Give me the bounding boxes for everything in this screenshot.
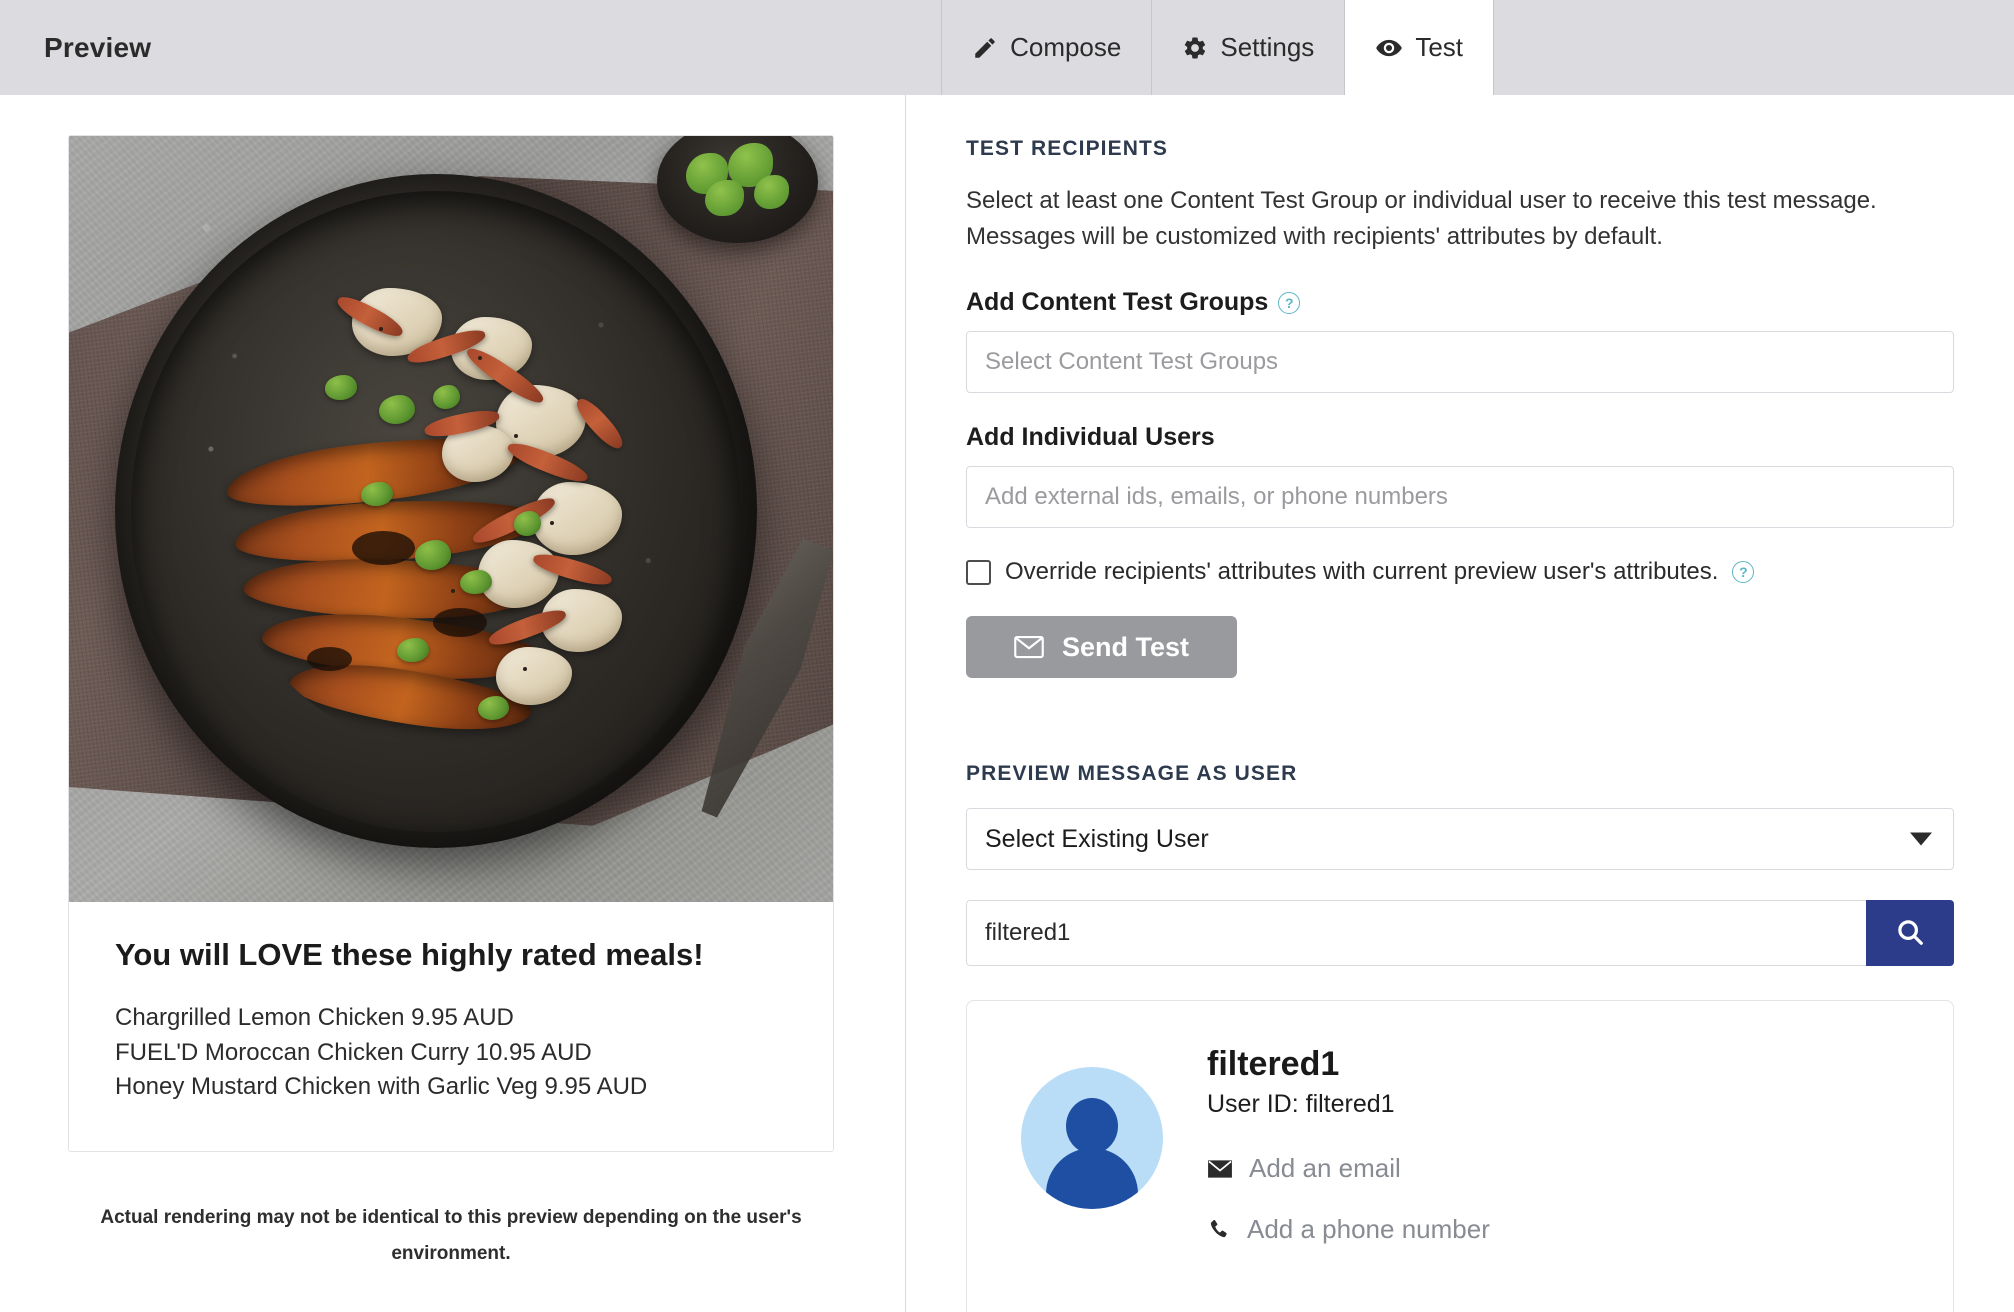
pencil-icon (972, 35, 998, 61)
override-attributes-help-icon[interactable]: ? (1732, 561, 1755, 584)
override-attributes-label: Override recipients' attributes with cur… (1005, 558, 1719, 586)
send-test-button[interactable]: Send Test (966, 616, 1238, 679)
add-phone-label: Add a phone number (1247, 1214, 1490, 1245)
override-attributes-row: Override recipients' attributes with cur… (966, 558, 1954, 586)
existing-user-select[interactable]: Select Existing User (966, 808, 1954, 871)
user-avatar-icon (1021, 1067, 1163, 1210)
content-test-groups-help-icon[interactable]: ? (1278, 291, 1301, 314)
individual-users-label: Add Individual Users (966, 423, 1215, 452)
individual-users-label-row: Add Individual Users (966, 423, 1954, 452)
avatar-body (1046, 1147, 1138, 1210)
envelope-small-icon (1207, 1159, 1233, 1179)
individual-users-input[interactable] (966, 466, 1954, 529)
preview-as-user-heading: PREVIEW MESSAGE AS USER (966, 762, 1298, 786)
preview-pane: You will LOVE these highly rated meals! … (0, 95, 906, 1312)
preview-item-1: Chargrilled Lemon Chicken 9.95 AUD (115, 1003, 514, 1031)
add-email-action[interactable]: Add an email (1207, 1153, 1899, 1184)
user-search-input[interactable] (966, 900, 1866, 967)
tab-compose-label: Compose (1010, 32, 1122, 62)
eye-icon (1375, 34, 1403, 62)
phone-icon (1207, 1218, 1231, 1242)
user-search-button[interactable] (1866, 900, 1954, 967)
user-result-card[interactable]: filtered1 User ID: filtered1 Add an emai… (966, 1000, 1954, 1312)
test-recipients-section: TEST RECIPIENTS Select at least one Cont… (906, 95, 2014, 722)
page-title: Preview (44, 31, 152, 63)
add-phone-action[interactable]: Add a phone number (1207, 1214, 1899, 1245)
test-recipients-description: Select at least one Content Test Group o… (966, 187, 1877, 250)
test-panel: TEST RECIPIENTS Select at least one Cont… (906, 95, 2014, 1312)
tab-test[interactable]: Test (1344, 0, 1494, 95)
tab-compose[interactable]: Compose (941, 0, 1151, 95)
user-result-info: filtered1 User ID: filtered1 Add an emai… (1207, 1045, 1899, 1275)
preview-card-body: You will LOVE these highly rated meals! … (69, 902, 833, 1152)
tab-settings[interactable]: Settings (1151, 0, 1344, 95)
photo-skillet (114, 174, 757, 849)
top-bar: Preview Compose Settings Test (0, 0, 2014, 95)
gear-icon (1182, 35, 1208, 61)
override-attributes-checkbox[interactable] (966, 559, 991, 585)
topbar-right-fill (1494, 0, 2014, 95)
preview-as-user-section: PREVIEW MESSAGE AS USER Select Existing … (906, 722, 2014, 1312)
individual-users-field: Add Individual Users (966, 423, 1954, 529)
tab-bar: Compose Settings Test (941, 0, 1494, 95)
user-search-row (966, 900, 1954, 967)
tab-test-label: Test (1415, 32, 1463, 62)
add-email-label: Add an email (1249, 1153, 1401, 1184)
existing-user-select-value: Select Existing User (985, 824, 1209, 853)
app-root: Preview Compose Settings Test You will L… (0, 0, 2014, 1312)
content-test-groups-label-row: Add Content Test Groups ? (966, 288, 1954, 317)
avatar-head (1066, 1098, 1118, 1155)
send-test-label: Send Test (1062, 631, 1190, 662)
content-test-groups-input[interactable] (966, 331, 1954, 394)
preview-item-2: FUEL'D Moroccan Chicken Curry 10.95 AUD (115, 1038, 592, 1066)
preview-disclaimer: Actual rendering may not be identical to… (100, 1207, 802, 1265)
tab-settings-label: Settings (1220, 32, 1315, 62)
content-test-groups-field: Add Content Test Groups ? (966, 288, 1954, 394)
envelope-icon (1014, 635, 1044, 659)
message-preview-card: You will LOVE these highly rated meals! … (68, 135, 834, 1153)
test-recipients-heading: TEST RECIPIENTS (966, 137, 1169, 160)
user-result-id: User ID: filtered1 (1207, 1090, 1395, 1119)
user-result-name: filtered1 (1207, 1045, 1340, 1084)
preview-headline: You will LOVE these highly rated meals! (115, 937, 704, 972)
search-icon (1895, 917, 1925, 950)
preview-item-3: Honey Mustard Chicken with Garlic Veg 9.… (115, 1073, 648, 1101)
existing-user-select-wrap: Select Existing User (966, 808, 1954, 871)
content-test-groups-label: Add Content Test Groups (966, 288, 1269, 317)
preview-hero-image (69, 136, 833, 902)
body-split: You will LOVE these highly rated meals! … (0, 95, 2014, 1312)
